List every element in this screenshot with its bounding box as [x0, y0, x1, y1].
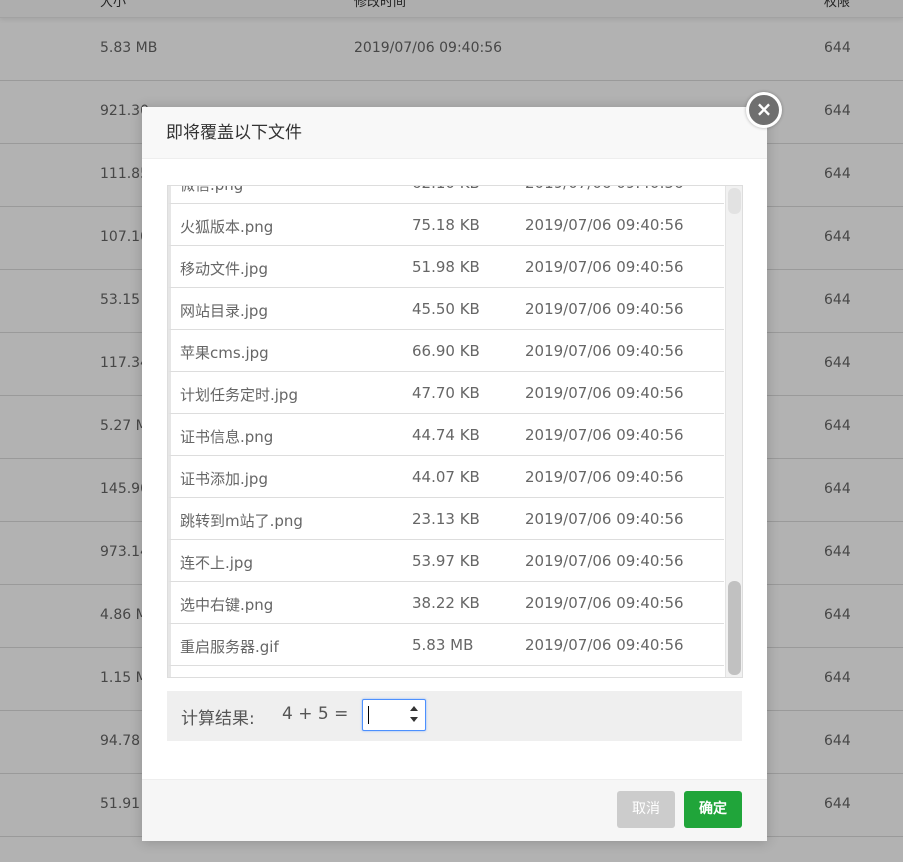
spin-up-icon[interactable] [410, 706, 418, 711]
file-row: 苹果cms.jpg 66.90 KB 2019/07/06 09:40:56 [168, 330, 724, 372]
dialog-header: 即将覆盖以下文件 [142, 107, 767, 159]
file-size: 53.97 KB [412, 552, 480, 570]
calc-label: 计算结果: [181, 709, 255, 729]
file-row: 网站目录.jpg 45.50 KB 2019/07/06 09:40:56 [168, 288, 724, 330]
spin-down-icon[interactable] [410, 717, 418, 722]
file-size: 66.90 KB [412, 342, 480, 360]
file-size: 5.83 MB [412, 636, 474, 654]
file-row: 微信.png 62.10 KB 2019/07/06 09:40:56 [168, 185, 724, 204]
cancel-button[interactable]: 取消 [617, 791, 675, 828]
dialog-title: 即将覆盖以下文件 [166, 123, 302, 143]
file-time: 2019/07/06 09:40:56 [525, 426, 684, 444]
file-size: 51.98 KB [412, 258, 480, 276]
file-time: 2019/07/06 09:40:56 [525, 384, 684, 402]
file-time: 2019/07/06 09:40:56 [525, 468, 684, 486]
overwrite-file-list[interactable]: 微信.png62.10 KB2019/07/06 09:40:56火狐版本.pn… [167, 185, 743, 678]
file-name: 跳转到m站了.png [180, 512, 303, 530]
calc-expression: 4 + 5 = [282, 704, 349, 724]
file-time: 2019/07/06 09:40:56 [525, 342, 684, 360]
file-size: 45.50 KB [412, 300, 480, 318]
file-row: 重启服务器.gif 5.83 MB 2019/07/06 09:40:56 [168, 624, 724, 666]
file-size: 75.18 KB [412, 216, 480, 234]
scrollbar-thumb[interactable] [728, 581, 741, 675]
file-size: 47.70 KB [412, 384, 480, 402]
file-name: 苹果cms.jpg [180, 344, 269, 362]
file-time: 2019/07/06 09:40:56 [525, 258, 684, 276]
file-name: 连不上.jpg [180, 554, 253, 572]
file-name: 计划任务定时.jpg [180, 386, 298, 404]
overwrite-dialog: 即将覆盖以下文件 微信.png 62.10 KB 2019/07/06 09:40:… [142, 107, 767, 841]
file-name: 移动文件.jpg [180, 260, 268, 278]
scrollbar-track-top [728, 188, 741, 214]
confirm-button[interactable]: 确定 [684, 791, 742, 828]
file-row: 连不上.jpg 53.97 KB 2019/07/06 09:40:56 [168, 540, 724, 582]
file-time: 2019/07/06 09:40:56 [525, 594, 684, 612]
file-size: 44.07 KB [412, 468, 480, 486]
file-row: 移动文件.jpg 51.98 KB 2019/07/06 09:40:56 [168, 246, 724, 288]
file-name: 火狐版本.png [180, 218, 274, 236]
file-name: 网站目录.jpg [180, 302, 268, 320]
file-time: 2019/07/06 09:40:56 [525, 510, 684, 528]
file-time: 2019/07/06 09:40:56 [525, 216, 684, 234]
file-size: 23.13 KB [412, 510, 480, 528]
file-row: 选中右键.png 38.22 KB 2019/07/06 09:40:56 [168, 582, 724, 624]
file-time: 2019/07/06 09:40:56 [525, 300, 684, 318]
file-name: 证书添加.jpg [180, 470, 268, 488]
captcha-calc: 计算结果: 4 + 5 = [167, 691, 742, 741]
scrollbar[interactable] [725, 186, 742, 677]
dialog-footer: 取消 确定 [142, 779, 767, 841]
file-name: 选中右键.png [180, 596, 274, 614]
file-size: 62.10 KB [412, 186, 480, 192]
file-time: 2019/07/06 09:40:56 [525, 552, 684, 570]
file-time: 2019/07/06 09:40:56 [525, 186, 684, 192]
file-row: 跳转到m站了.png 23.13 KB 2019/07/06 09:40:56 [168, 498, 724, 540]
close-icon[interactable]: × [746, 92, 782, 128]
file-row: 重启面板.gif785.02 KB2019/07/06 09:40:56 [168, 666, 724, 677]
calc-answer-input[interactable] [362, 699, 426, 731]
file-row: 证书信息.png 44.74 KB 2019/07/06 09:40:56 [168, 414, 724, 456]
file-row: 火狐版本.png 75.18 KB 2019/07/06 09:40:56 [168, 204, 724, 246]
file-name: 证书信息.png [180, 428, 274, 446]
file-row: 计划任务定时.jpg 47.70 KB 2019/07/06 09:40:56 [168, 372, 724, 414]
file-size: 38.22 KB [412, 594, 480, 612]
file-time: 2019/07/06 09:40:56 [525, 636, 684, 654]
number-spinner[interactable] [410, 704, 420, 726]
file-name: 微信.png [180, 185, 244, 194]
text-caret [368, 706, 369, 724]
file-name: 重启服务器.gif [180, 638, 279, 656]
file-size: 44.74 KB [412, 426, 480, 444]
file-row: 证书添加.jpg 44.07 KB 2019/07/06 09:40:56 [168, 456, 724, 498]
